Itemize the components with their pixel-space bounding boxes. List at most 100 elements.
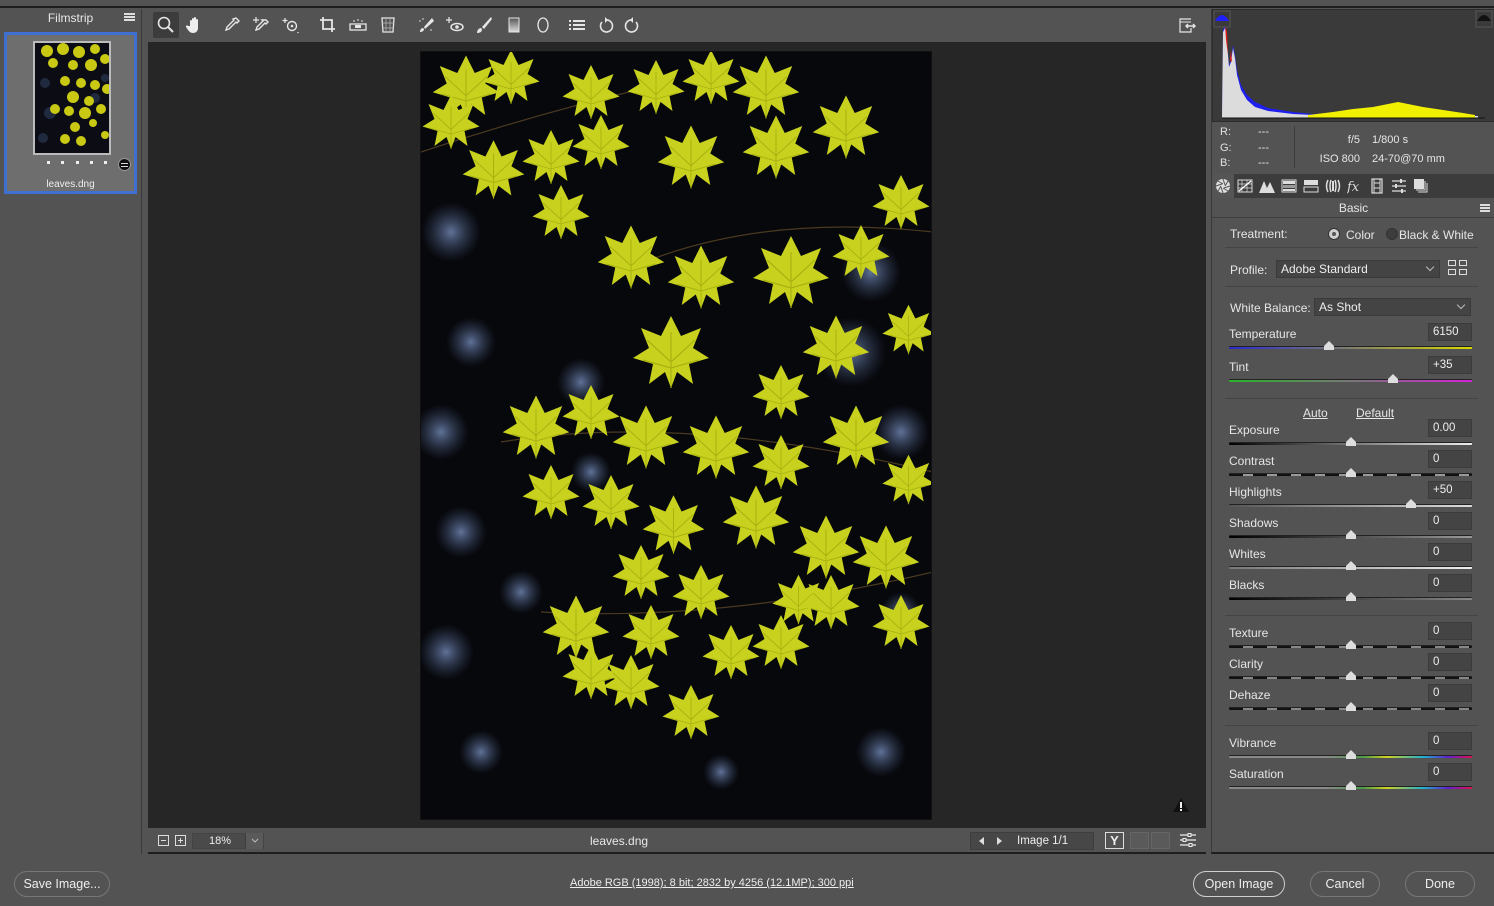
texture-value-input[interactable]: 0	[1428, 622, 1472, 640]
divider	[1225, 286, 1478, 287]
zoom-in-button[interactable]	[175, 835, 186, 846]
dehaze-slider-thumb[interactable]	[1345, 702, 1356, 712]
treatment-color-radio[interactable]	[1328, 228, 1340, 240]
filmstrip-thumbnail[interactable]: leaves.dng	[4, 32, 137, 194]
tint-slider-thumb[interactable]	[1388, 374, 1399, 384]
panel-tabs: fx	[1212, 174, 1494, 198]
treatment-bw-radio[interactable]	[1386, 228, 1398, 240]
window-top-border	[0, 0, 1494, 8]
default-button[interactable]: Default	[1356, 406, 1394, 420]
highlights-slider-thumb[interactable]	[1406, 499, 1417, 509]
profile-select[interactable]: Adobe Standard	[1276, 260, 1440, 278]
highlights-slider-track[interactable]	[1229, 504, 1472, 507]
white-balance-eyedropper-icon[interactable]	[219, 12, 245, 38]
targeted-adjustment-icon[interactable]	[278, 12, 304, 38]
transform-tool-icon[interactable]	[375, 12, 401, 38]
info-divider	[1294, 126, 1295, 168]
saturation-value-input[interactable]: 0	[1428, 763, 1472, 781]
tint-value-input[interactable]: +35	[1428, 356, 1472, 374]
saturation-slider-thumb[interactable]	[1345, 781, 1356, 791]
spot-removal-icon[interactable]	[413, 12, 439, 38]
vibrance-value-input[interactable]: 0	[1428, 732, 1472, 750]
blacks-slider-row: Blacks 0	[1229, 574, 1472, 608]
exposure-value-input[interactable]: 0.00	[1428, 419, 1472, 437]
contrast-value-input[interactable]: 0	[1428, 450, 1472, 468]
zoom-out-button[interactable]	[158, 835, 169, 846]
cancel-button[interactable]: Cancel	[1310, 871, 1380, 897]
color-sampler-icon[interactable]	[248, 12, 274, 38]
toggle-settings-sliders-icon[interactable]	[1180, 833, 1196, 847]
temperature-slider-thumb[interactable]	[1323, 341, 1334, 351]
hand-tool-icon[interactable]	[182, 12, 208, 38]
preview-image[interactable]	[420, 51, 932, 820]
contrast-slider-thumb[interactable]	[1345, 468, 1356, 478]
tab-camera-calibration[interactable]	[1366, 174, 1388, 198]
clarity-value-input[interactable]: 0	[1428, 653, 1472, 671]
tab-basic[interactable]	[1212, 174, 1234, 198]
tab-lens-corrections[interactable]	[1322, 174, 1344, 198]
warning-icon[interactable]	[1172, 797, 1190, 813]
texture-label: Texture	[1229, 626, 1269, 640]
temperature-value-input[interactable]: 6150	[1428, 323, 1472, 341]
rotate-ccw-icon[interactable]	[593, 12, 619, 38]
tab-detail[interactable]	[1256, 174, 1278, 198]
thumbnail-image	[33, 41, 111, 155]
before-after-view-button[interactable]: Y	[1105, 832, 1124, 849]
temperature-slider-track[interactable]	[1229, 346, 1472, 349]
dehaze-value-input[interactable]: 0	[1428, 684, 1472, 702]
tab-effects[interactable]: fx	[1344, 174, 1366, 198]
filmstrip-title: Filmstrip	[47, 11, 94, 25]
treatment-color-label[interactable]: Color	[1346, 228, 1375, 242]
tab-snapshots[interactable]	[1410, 174, 1432, 198]
previous-image-button[interactable]	[979, 837, 984, 845]
whites-value-input[interactable]: 0	[1428, 543, 1472, 561]
workflow-options-link[interactable]: Adobe RGB (1998); 8 bit; 2832 by 4256 (1…	[570, 877, 854, 889]
divider	[1225, 615, 1478, 616]
section-menu-icon[interactable]	[1480, 204, 1490, 213]
next-image-button[interactable]	[997, 837, 1002, 845]
done-button[interactable]: Done	[1405, 871, 1475, 897]
treatment-bw-label[interactable]: Black & White	[1399, 228, 1474, 242]
tab-hsl[interactable]	[1278, 174, 1300, 198]
radial-filter-icon[interactable]	[530, 12, 556, 38]
graduated-filter-icon[interactable]	[501, 12, 527, 38]
whites-slider-thumb[interactable]	[1345, 561, 1356, 571]
swap-before-after-button[interactable]	[1130, 832, 1149, 849]
white-balance-select[interactable]: As Shot	[1314, 298, 1471, 316]
contrast-slider-row: Contrast 0	[1229, 450, 1472, 484]
vibrance-slider-thumb[interactable]	[1345, 750, 1356, 760]
profile-browser-grid-icon[interactable]	[1448, 260, 1468, 277]
chevron-down-icon	[1456, 300, 1466, 310]
straighten-tool-icon[interactable]	[345, 12, 371, 38]
shadows-slider-thumb[interactable]	[1345, 530, 1356, 540]
red-eye-removal-icon[interactable]	[442, 12, 468, 38]
exposure-slider-thumb[interactable]	[1345, 437, 1356, 447]
rating-dots[interactable]	[47, 161, 107, 164]
clarity-slider-thumb[interactable]	[1345, 671, 1356, 681]
whites-label: Whites	[1229, 547, 1266, 561]
toggle-fullscreen-icon[interactable]	[1174, 12, 1200, 38]
open-image-button[interactable]: Open Image	[1193, 871, 1285, 897]
shadows-value-input[interactable]: 0	[1428, 512, 1472, 530]
filmstrip-menu-icon[interactable]	[124, 13, 135, 23]
toolbar	[148, 9, 1206, 42]
tint-slider-track[interactable]	[1229, 379, 1472, 382]
adjustment-brush-icon[interactable]	[471, 12, 497, 38]
tab-split-toning[interactable]	[1300, 174, 1322, 198]
auto-button[interactable]: Auto	[1303, 406, 1328, 420]
save-image-button[interactable]: Save Image...	[14, 871, 110, 897]
copy-before-after-button[interactable]	[1151, 832, 1170, 849]
preferences-list-icon[interactable]	[564, 12, 590, 38]
crop-tool-icon[interactable]	[315, 12, 341, 38]
rotate-cw-icon[interactable]	[619, 12, 645, 38]
texture-slider-thumb[interactable]	[1345, 640, 1356, 650]
image-preview-area[interactable]	[148, 42, 1206, 828]
blacks-slider-thumb[interactable]	[1345, 592, 1356, 602]
zoom-tool-icon[interactable]	[153, 12, 179, 38]
highlights-value-input[interactable]: +50	[1428, 481, 1472, 499]
zoom-dropdown-button[interactable]	[245, 833, 263, 849]
tab-tone-curve[interactable]	[1234, 174, 1256, 198]
split-toning-icon	[1303, 180, 1319, 193]
tab-presets[interactable]	[1388, 174, 1410, 198]
blacks-value-input[interactable]: 0	[1428, 574, 1472, 592]
